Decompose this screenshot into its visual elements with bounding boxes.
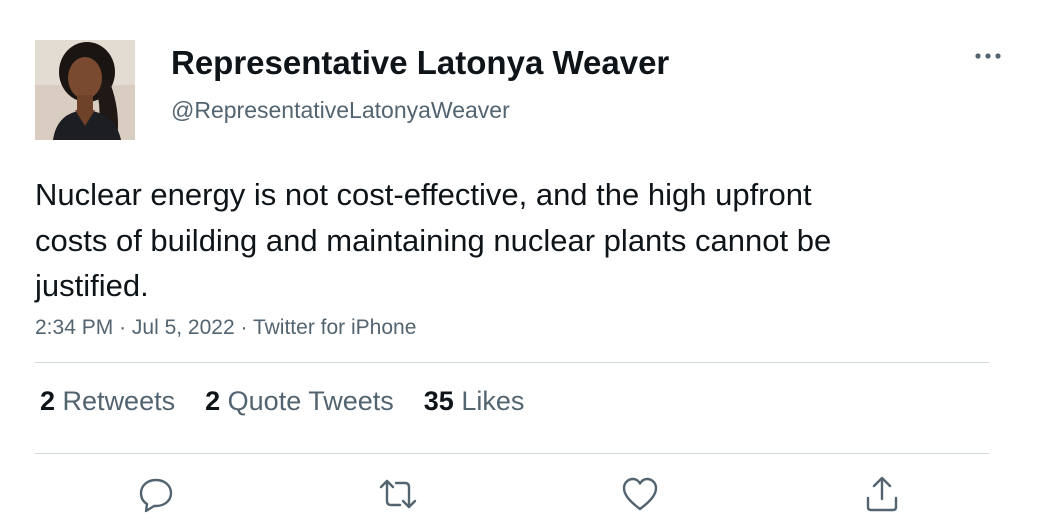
tweet-text: Nuclear energy is not cost-effective, an… xyxy=(35,177,832,303)
avatar[interactable] xyxy=(35,40,135,140)
retweet-icon[interactable] xyxy=(378,474,418,514)
like-icon[interactable] xyxy=(620,474,660,514)
tweet-date[interactable]: Jul 5, 2022 xyxy=(132,316,235,339)
tweet-source[interactable]: Twitter for iPhone xyxy=(253,316,416,339)
more-icon[interactable] xyxy=(972,44,1004,68)
meta-separator: · xyxy=(240,316,248,339)
author-display-name[interactable]: Representative Latonya Weaver xyxy=(171,44,669,82)
author-handle[interactable]: @RepresentativeLatonyaWeaver xyxy=(171,97,510,124)
retweets-label: Retweets xyxy=(62,386,176,416)
quote-tweets-label: Quote Tweets xyxy=(227,386,394,416)
engagement-stats: 2 Retweets 2 Quote Tweets 35 Likes xyxy=(40,386,554,417)
retweets-stat[interactable]: 2 Retweets xyxy=(40,386,175,417)
likes-count: 35 xyxy=(423,386,454,416)
share-icon[interactable] xyxy=(862,474,902,514)
reply-icon[interactable] xyxy=(136,474,176,514)
quote-tweets-count: 2 xyxy=(205,386,221,416)
tweet-meta: 2:34 PM · Jul 5, 2022 · Twitter for iPho… xyxy=(35,316,416,340)
likes-stat[interactable]: 35 Likes xyxy=(424,386,525,417)
meta-separator: · xyxy=(119,316,127,339)
tweet-time[interactable]: 2:34 PM xyxy=(35,316,113,339)
divider xyxy=(35,453,989,454)
retweets-count: 2 xyxy=(40,386,56,416)
quote-tweets-stat[interactable]: 2 Quote Tweets xyxy=(205,386,394,417)
likes-label: Likes xyxy=(461,386,525,416)
divider xyxy=(35,362,989,363)
